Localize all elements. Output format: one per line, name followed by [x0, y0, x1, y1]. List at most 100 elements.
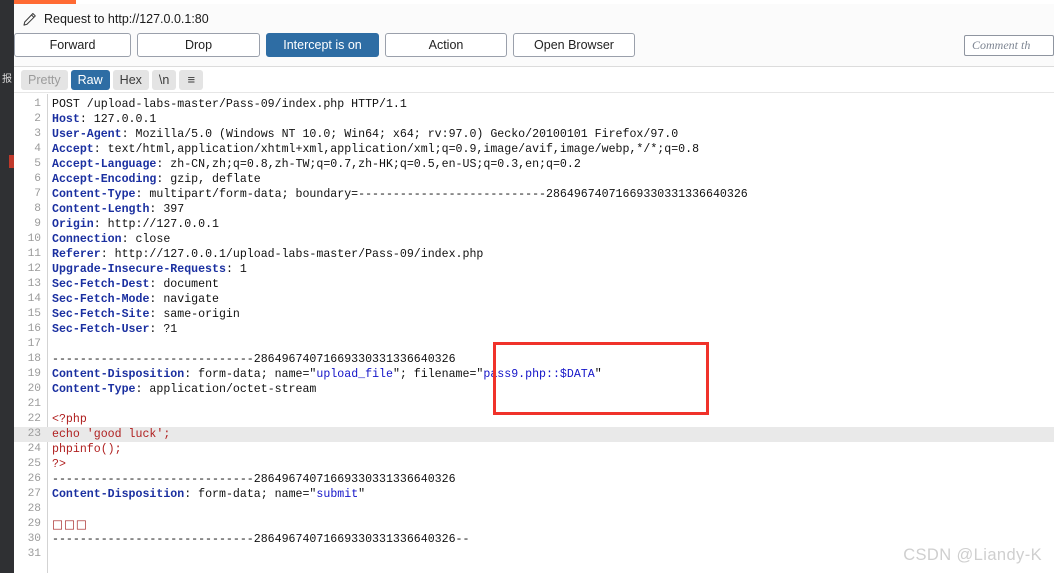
- code-token: User-Agent: [52, 128, 122, 141]
- line-number: 6: [34, 173, 41, 185]
- title-row: Request to http://127.0.0.1:80: [22, 8, 209, 30]
- code-token: Accept-Encoding: [52, 173, 157, 186]
- code-token: upload_file: [316, 368, 393, 381]
- tab-pretty[interactable]: Pretty: [21, 69, 68, 90]
- code-token: Content-Length: [52, 203, 150, 216]
- intercept-toggle-button[interactable]: Intercept is on: [266, 33, 379, 57]
- line-number: 15: [27, 308, 41, 320]
- code-line: 27 Content-Disposition: form-data; name="…: [14, 487, 1054, 502]
- code-token: : close: [121, 233, 171, 246]
- line-number: 22: [27, 413, 41, 425]
- line-number: 16: [27, 323, 41, 335]
- code-token: : 127.0.0.1: [79, 113, 157, 126]
- rail-vertical-label: 报: [2, 74, 12, 85]
- code-line: 21: [14, 397, 1054, 412]
- code-token: Accept-Language: [52, 158, 157, 171]
- intercept-header: Request to http://127.0.0.1:80 Forward D…: [14, 4, 1054, 67]
- code-line: 6 Accept-Encoding: gzip, deflate: [14, 172, 1054, 187]
- code-token: Origin: [52, 218, 94, 231]
- watermark: CSDN @Liandy-K: [903, 546, 1042, 564]
- code-token: : Mozilla/5.0 (Windows NT 10.0; Win64; x…: [121, 128, 679, 141]
- code-token: : form-data; name=": [184, 488, 317, 501]
- code-token: : form-data; name=": [184, 368, 317, 381]
- line-number: 30: [27, 533, 41, 545]
- line-text: Content-Type: multipart/form-data; bound…: [52, 187, 748, 202]
- drop-button[interactable]: Drop: [137, 33, 260, 57]
- line-text: echo 'good luck';: [52, 427, 170, 442]
- pencil-icon: [23, 12, 36, 26]
- comment-input[interactable]: Comment th: [964, 35, 1054, 56]
- line-text: Host: 127.0.0.1: [52, 112, 156, 127]
- line-number: 26: [27, 473, 41, 485]
- line-number: 7: [34, 188, 41, 200]
- request-editor[interactable]: 1 POST /upload-labs-master/Pass-09/index.…: [14, 94, 1054, 573]
- tab-raw[interactable]: Raw: [70, 69, 110, 90]
- line-text: ?>: [52, 457, 66, 472]
- line-number: 2: [34, 113, 41, 125]
- code-line: 26 -----------------------------286496740…: [14, 472, 1054, 487]
- forward-button[interactable]: Forward: [14, 33, 131, 57]
- code-token: Host: [52, 113, 80, 126]
- code-line: 25 ?>: [14, 457, 1054, 472]
- code-token: Content-Disposition: [52, 368, 185, 381]
- code-token: Sec-Fetch-Dest: [52, 278, 150, 291]
- line-number: 19: [27, 368, 41, 380]
- code-line: 30 -----------------------------286496740…: [14, 532, 1054, 547]
- tab-hex[interactable]: Hex: [112, 69, 149, 90]
- line-number: 25: [27, 458, 41, 470]
- open-browser-button[interactable]: Open Browser: [513, 33, 635, 57]
- code-line: 17: [14, 337, 1054, 352]
- code-token: : 397: [149, 203, 185, 216]
- code-token: : application/octet-stream: [135, 383, 317, 396]
- code-token: Content-Type: [52, 383, 136, 396]
- line-number: 8: [34, 203, 41, 215]
- left-navigation-rail[interactable]: 报: [0, 0, 14, 573]
- view-mode-tabs: Pretty Raw Hex \n ≡: [14, 67, 1054, 93]
- code-token: : http://127.0.0.1/upload-labs-master/Pa…: [100, 248, 484, 261]
- code-token: -----------------------------28649674071…: [52, 533, 470, 546]
- code-token: Referer: [52, 248, 101, 261]
- line-text: Sec-Fetch-Mode: navigate: [52, 292, 219, 307]
- line-number: 13: [27, 278, 41, 290]
- code-token: Content-Type: [52, 188, 136, 201]
- code-token: : http://127.0.0.1: [93, 218, 219, 231]
- line-text: -----------------------------28649674071…: [52, 532, 469, 547]
- code-line: 22 <?php: [14, 412, 1054, 427]
- comment-placeholder-text: Comment th: [972, 38, 1031, 52]
- code-token: Connection: [52, 233, 122, 246]
- code-line: 2 Host: 127.0.0.1: [14, 112, 1054, 127]
- code-token: echo 'good luck';: [52, 428, 171, 441]
- hamburger-menu-icon[interactable]: ≡: [179, 69, 204, 90]
- line-text: Sec-Fetch-User: ?1: [52, 322, 177, 337]
- code-token: : ?1: [149, 323, 178, 336]
- code-token: POST /upload-labs-master/Pass-09/index.p…: [52, 98, 407, 111]
- line-number: 11: [27, 248, 41, 260]
- line-number: 17: [27, 338, 41, 350]
- code-line: 8 Content-Length: 397: [14, 202, 1054, 217]
- code-token: : same-origin: [149, 308, 240, 321]
- code-line: 11 Referer: http://127.0.0.1/upload-labs-…: [14, 247, 1054, 262]
- line-number: 9: [34, 218, 41, 230]
- code-line-list: 1 POST /upload-labs-master/Pass-09/index.…: [14, 97, 1054, 562]
- line-text: Sec-Fetch-Dest: document: [52, 277, 219, 292]
- line-text: Content-Length: 397: [52, 202, 184, 217]
- action-toolbar: Forward Drop Intercept is on Action Open…: [14, 31, 1054, 59]
- line-text: Content-Disposition: form-data; name="su…: [52, 487, 365, 502]
- code-token: ": [358, 488, 366, 501]
- line-text: Content-Type: application/octet-stream: [52, 382, 316, 397]
- code-token: Upgrade-Insecure-Requests: [52, 263, 226, 276]
- code-line: 16 Sec-Fetch-User: ?1: [14, 322, 1054, 337]
- code-line: 29 □□□: [14, 517, 1054, 532]
- line-number: 23: [27, 428, 41, 440]
- tab-newline-toggle[interactable]: \n: [151, 69, 177, 90]
- code-line: 7 Content-Type: multipart/form-data; boun…: [14, 187, 1054, 202]
- line-number: 20: [27, 383, 41, 395]
- line-number: 4: [34, 143, 41, 155]
- line-number: 3: [34, 128, 41, 140]
- line-text: <?php: [52, 412, 87, 427]
- code-token: submit: [316, 488, 359, 501]
- code-token: -----------------------------28649674071…: [52, 473, 456, 486]
- page-title: Request to http://127.0.0.1:80: [44, 12, 209, 26]
- code-line: 20 Content-Type: application/octet-stream: [14, 382, 1054, 397]
- action-button[interactable]: Action: [385, 33, 507, 57]
